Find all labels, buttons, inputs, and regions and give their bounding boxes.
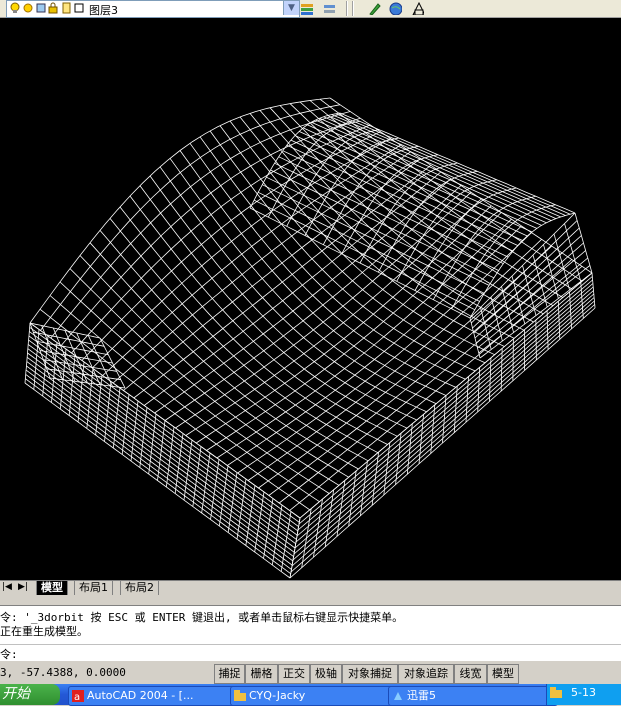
command-input[interactable]: 令: (0, 644, 621, 661)
status-bar: 3, -57.4388, 0.0000 捕捉 栅格 正交 极轴 对象捕捉 对象追… (0, 660, 621, 684)
tab-layout2[interactable]: 布局2 (120, 581, 159, 596)
osnap-button[interactable]: 对象捕捉 (342, 664, 398, 684)
folder-icon (550, 687, 562, 698)
taskbar-item-cyq-jacky[interactable]: CYQ-Jacky (230, 686, 400, 706)
lightbulb-icon (10, 2, 20, 13)
taskbar-item-label: 迅雷5 (407, 689, 436, 702)
layer-name: 图层3 (89, 4, 118, 17)
taskbar-item-xunlei[interactable]: 迅雷5 (388, 686, 558, 706)
taskbar-item-label: AutoCAD 2004 - [... (87, 689, 194, 702)
mesh-lines (24, 97, 596, 579)
layers-toolbar: 图层3 ▼ (0, 0, 621, 18)
start-button[interactable]: 开始 (0, 684, 60, 705)
lock-icon (48, 2, 58, 14)
autocad-icon: a (72, 690, 84, 702)
toolbar-separator (352, 1, 354, 16)
ortho-button[interactable]: 正交 (278, 664, 310, 684)
svg-text:a: a (74, 692, 80, 702)
layout-tabs: |◀ ▶| 模型 布局1 布局2 (0, 580, 621, 596)
tab-nav-first[interactable]: |◀ (2, 582, 12, 592)
windows-taskbar: 开始 a AutoCAD 2004 - [... CYQ-Jacky 迅雷5 5… (0, 684, 621, 706)
snap-button[interactable]: 捕捉 (214, 664, 245, 684)
tab-nav-last[interactable]: ▶| (18, 582, 28, 592)
grid-button[interactable]: 栅格 (245, 664, 278, 684)
sun-icon (23, 3, 33, 13)
command-history-line: 正在重生成模型。 (0, 625, 88, 638)
globe-icon[interactable] (389, 2, 402, 15)
otrack-button[interactable]: 对象追踪 (398, 664, 454, 684)
command-window-splitter[interactable] (0, 595, 621, 606)
layer-previous-icon[interactable] (322, 2, 335, 15)
lineweight-button[interactable]: 线宽 (454, 664, 487, 684)
drawing-viewport[interactable] (0, 18, 621, 580)
command-window: 令: '_3dorbit 按 ESC 或 ENTER 键退出, 或者单击鼠标右键… (0, 606, 621, 661)
toolbar-separator (346, 1, 348, 16)
color-swatch-icon (74, 3, 84, 13)
model-space-button[interactable]: 模型 (487, 664, 519, 684)
folder-icon (234, 690, 246, 701)
taskbar-item-5-13[interactable]: 5-13 (546, 684, 621, 705)
taskbar-item-label: 5-13 (571, 686, 596, 699)
tab-layout1[interactable]: 布局1 (74, 581, 113, 596)
layer-combo[interactable]: 图层3 ▼ (6, 0, 300, 18)
taskbar-item-autocad[interactable]: a AutoCAD 2004 - [... (68, 686, 242, 706)
wireframe-3d-mesh (24, 97, 596, 579)
polar-button[interactable]: 极轴 (310, 664, 342, 684)
xunlei-icon (394, 692, 402, 700)
coordinate-readout: 3, -57.4388, 0.0000 (0, 666, 126, 679)
tab-model[interactable]: 模型 (36, 581, 68, 596)
chevron-down-icon[interactable]: ▼ (283, 1, 299, 15)
layer-manager-icon[interactable] (300, 2, 313, 15)
properties-icon[interactable] (368, 2, 381, 15)
taskbar-item-label: CYQ-Jacky (249, 689, 306, 702)
text-style-icon[interactable] (411, 2, 424, 15)
